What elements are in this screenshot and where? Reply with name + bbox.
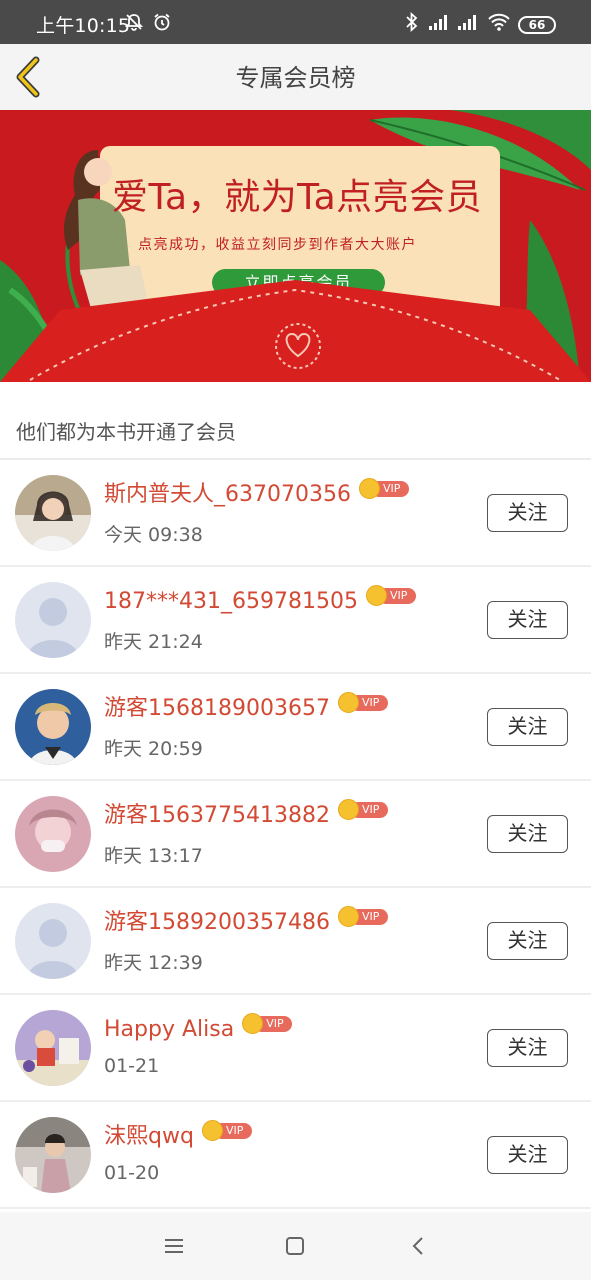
follow-button[interactable]: 关注 <box>487 708 568 746</box>
crown-icon <box>365 585 387 606</box>
signal-icon-2 <box>458 15 476 30</box>
alarm-clock-icon <box>154 13 170 31</box>
open-time: 今天 09:38 <box>104 524 203 546</box>
crown-icon <box>358 478 380 499</box>
system-nav-bar <box>0 1212 591 1280</box>
home-icon[interactable] <box>282 1234 308 1258</box>
vip-badge: VIP <box>337 906 388 928</box>
follow-button[interactable]: 关注 <box>487 922 568 960</box>
back-icon[interactable] <box>406 1234 432 1258</box>
title-bar: 专属会员榜 <box>0 44 591 110</box>
user-name[interactable]: 187***431_659781505 <box>104 587 358 617</box>
list-item[interactable]: 沫熙qwq VIP 01-20 关注 <box>0 1102 591 1209</box>
vip-badge: VIP <box>337 692 388 714</box>
envelope-flap <box>0 280 591 382</box>
avatar[interactable] <box>15 1010 91 1086</box>
list-item[interactable]: 187***431_659781505 VIP 昨天 21:24 关注 <box>0 567 591 674</box>
follow-button[interactable]: 关注 <box>487 1136 568 1174</box>
user-name[interactable]: 游客1589200357486 <box>104 908 330 938</box>
battery-indicator: 66 <box>518 16 556 34</box>
avatar[interactable] <box>15 582 91 658</box>
open-time: 01-20 <box>104 1162 160 1184</box>
crown-icon <box>337 799 359 820</box>
list-item[interactable]: 游客1589200357486 VIP 昨天 12:39 关注 <box>0 888 591 995</box>
status-bar: 上午10:15 66 <box>0 0 591 44</box>
avatar[interactable] <box>15 689 91 765</box>
open-time: 昨天 21:24 <box>104 631 203 653</box>
user-name[interactable]: 游客1563775413882 <box>104 801 330 831</box>
user-name[interactable]: 沫熙qwq <box>104 1122 194 1152</box>
vip-badge: VIP <box>365 585 416 607</box>
crown-icon <box>337 692 359 713</box>
follow-button[interactable]: 关注 <box>487 1029 568 1067</box>
list-item[interactable]: 斯内普夫人_637070356 VIP 今天 09:38 关注 <box>0 460 591 567</box>
follow-button[interactable]: 关注 <box>487 601 568 639</box>
open-time: 01-21 <box>104 1055 160 1077</box>
section-header: 他们都为本书开通了会员 <box>0 382 591 460</box>
bluetooth-icon <box>406 12 418 32</box>
user-name[interactable]: 游客1568189003657 <box>104 694 330 724</box>
vip-badge: VIP <box>358 478 409 500</box>
banner-subtitle: 点亮成功，收益立刻同步到作者大大账户 <box>138 237 417 253</box>
promo-banner[interactable]: 爱Ta，就为Ta点亮会员 点亮成功，收益立刻同步到作者大大账户 立即点亮会员 <box>0 110 591 382</box>
vip-badge: VIP <box>242 1013 293 1035</box>
avatar[interactable] <box>15 1117 91 1193</box>
avatar[interactable] <box>15 475 91 551</box>
vip-badge: VIP <box>201 1120 252 1142</box>
crown-icon <box>201 1120 223 1141</box>
list-item[interactable]: 游客1563775413882 VIP 昨天 13:17 关注 <box>0 781 591 888</box>
banner-headline: 爱Ta，就为Ta点亮会员 <box>112 177 483 218</box>
user-name[interactable]: Happy Alisa <box>104 1015 234 1045</box>
open-time: 昨天 13:17 <box>104 845 203 867</box>
follow-button[interactable]: 关注 <box>487 494 568 532</box>
member-list: 斯内普夫人_637070356 VIP 今天 09:38 关注 187***43… <box>0 460 591 1209</box>
user-name[interactable]: 斯内普夫人_637070356 <box>104 480 351 510</box>
open-time: 昨天 20:59 <box>104 738 203 760</box>
menu-icon[interactable] <box>161 1234 187 1258</box>
follow-button[interactable]: 关注 <box>487 815 568 853</box>
avatar[interactable] <box>15 796 91 872</box>
avatar[interactable] <box>15 903 91 979</box>
list-item[interactable]: 游客1568189003657 VIP 昨天 20:59 关注 <box>0 674 591 781</box>
notifications-muted-icon <box>124 14 144 31</box>
open-time: 昨天 12:39 <box>104 952 203 974</box>
vip-badge: VIP <box>337 799 388 821</box>
crown-icon <box>337 906 359 927</box>
wifi-icon <box>488 13 510 31</box>
list-item[interactable]: Happy Alisa VIP 01-21 关注 <box>0 995 591 1102</box>
status-time: 上午10:15 <box>36 15 131 37</box>
section-title: 他们都为本书开通了会员 <box>16 420 236 444</box>
signal-icon <box>429 15 447 30</box>
page-title: 专属会员榜 <box>235 64 356 92</box>
